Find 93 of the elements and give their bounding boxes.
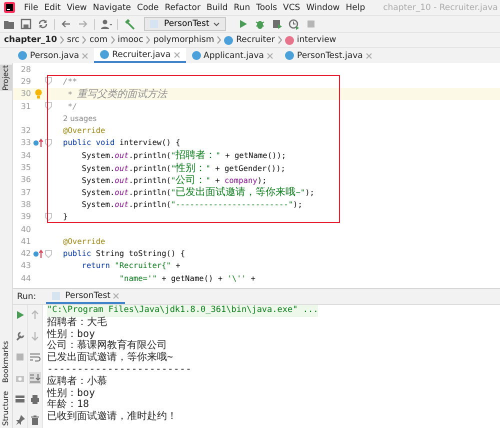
tab-label: Recruiter.java <box>112 50 171 60</box>
breadcrumb-item[interactable]: chapter_10 <box>4 35 58 45</box>
fold-marker-icon[interactable] <box>45 250 52 258</box>
soft-wrap-icon[interactable] <box>29 351 41 363</box>
menu-item[interactable]: Refactor <box>164 2 200 12</box>
app-logo-icon <box>4 2 15 13</box>
chevron-icon <box>217 36 222 44</box>
print-icon[interactable] <box>29 393 41 405</box>
class-icon <box>192 51 201 60</box>
breadcrumb-item[interactable]: interview <box>296 35 336 45</box>
chevron-icon <box>146 36 150 44</box>
menu-item[interactable]: Window <box>306 2 340 12</box>
class-icon <box>100 50 110 59</box>
console-output-line: 招聘者：大毛 <box>47 316 108 328</box>
back-arrow-icon[interactable] <box>60 18 72 30</box>
folder-icon[interactable] <box>3 18 15 30</box>
menu-item[interactable]: Build <box>206 2 228 12</box>
run-icon[interactable] <box>14 309 26 321</box>
breadcrumb-item[interactable]: Recruiter <box>236 35 275 45</box>
sync-icon[interactable] <box>37 18 49 30</box>
run-icon[interactable] <box>237 18 250 30</box>
menu-item[interactable]: Navigate <box>92 2 132 12</box>
menu-item[interactable]: VCS <box>283 2 300 12</box>
tab-label: Person.java <box>30 50 80 60</box>
save-icon[interactable] <box>20 18 32 30</box>
chevron-icon <box>82 36 86 44</box>
console-output-line: ------------------------ <box>47 364 192 376</box>
line-number: 38 <box>20 200 31 209</box>
editor-tab[interactable]: PersonTest.java <box>279 48 378 63</box>
line-number: 43 <box>20 261 31 270</box>
menu-item[interactable]: Help <box>346 2 366 12</box>
line-number: 36 <box>20 175 31 184</box>
line-number: 29 <box>20 76 31 86</box>
run-label: Run: <box>17 292 36 302</box>
bug-icon[interactable] <box>254 18 266 30</box>
line-number: 44 <box>20 274 31 283</box>
menu-item[interactable]: Run <box>234 2 250 12</box>
tab-label: Applicant.java <box>204 50 264 60</box>
class-icon <box>285 51 294 60</box>
class-icon <box>18 51 27 60</box>
window-title: chapter_10 - Recruiter.java <box>383 2 498 12</box>
pin-icon[interactable] <box>14 414 26 426</box>
breadcrumb-item[interactable]: src <box>67 35 80 45</box>
breadcrumb-item[interactable]: imooc <box>118 35 144 45</box>
editor-tab[interactable]: Recruiter.java <box>94 48 186 63</box>
breadcrumb-item[interactable]: polymorphism <box>153 35 214 45</box>
console-output-line: 性别：boy <box>47 328 96 340</box>
line-number: 39 <box>20 212 31 222</box>
coverage-icon[interactable] <box>271 18 284 30</box>
console-output-line: 公司：慕课网教育有限公司 <box>47 340 168 352</box>
tab-label: PersonTest.java <box>297 50 363 60</box>
console-output-line: 应聘者：小慕 <box>47 376 108 388</box>
override-marker-icon[interactable] <box>33 138 43 148</box>
caret-icon <box>213 22 220 26</box>
menu-item[interactable]: Code <box>137 2 159 12</box>
chevron-icon <box>60 36 64 44</box>
menu-item[interactable]: Edit <box>44 2 61 12</box>
user-icon[interactable] <box>100 18 112 30</box>
hammer-icon[interactable] <box>123 18 135 30</box>
wrench-icon[interactable] <box>14 330 26 342</box>
line-number: 42 <box>20 249 31 258</box>
console-output-line: 已发出面试邀请，等你来哦~ <box>47 352 174 364</box>
run-configuration-dropdown[interactable]: PersonTest <box>144 17 226 31</box>
breadcrumb-item[interactable]: com <box>89 35 108 45</box>
line-number: 41 <box>20 236 31 246</box>
line-number: 35 <box>20 163 31 172</box>
chevron-icon <box>110 36 115 44</box>
console-output-line: 年龄：18 <box>47 399 90 410</box>
menu-item[interactable]: Tools <box>256 2 278 12</box>
line-number: 33 <box>20 138 31 148</box>
console-output-line: 已收到面试邀请，准时赴约！ <box>47 411 178 423</box>
clock-play-icon[interactable] <box>288 18 300 30</box>
chevron-icon <box>278 36 282 44</box>
override-marker-icon[interactable] <box>33 248 43 259</box>
console-output-line: 性别：boy <box>47 388 96 399</box>
line-number: 37 <box>20 188 31 197</box>
line-number: 34 <box>20 150 31 160</box>
line-number: 32 <box>20 126 31 136</box>
editor-tab[interactable]: Applicant.java <box>186 48 279 63</box>
line-number: 31 <box>20 102 31 111</box>
line-number: 40 <box>20 224 31 234</box>
menu-item[interactable]: File <box>24 2 38 12</box>
close-icon[interactable] <box>174 52 180 58</box>
line-number: 28 <box>20 64 31 74</box>
trash-icon[interactable] <box>29 414 41 426</box>
method-icon <box>284 36 294 44</box>
run-tab-label: PersonTest <box>65 290 110 300</box>
layout-icon[interactable] <box>14 393 26 405</box>
editor-tab[interactable]: Person.java <box>12 48 94 63</box>
line-number: 30 <box>20 89 31 98</box>
class-icon <box>224 36 234 44</box>
scroll-to-end-icon[interactable] <box>29 372 41 384</box>
menu-item[interactable]: View <box>66 2 87 12</box>
